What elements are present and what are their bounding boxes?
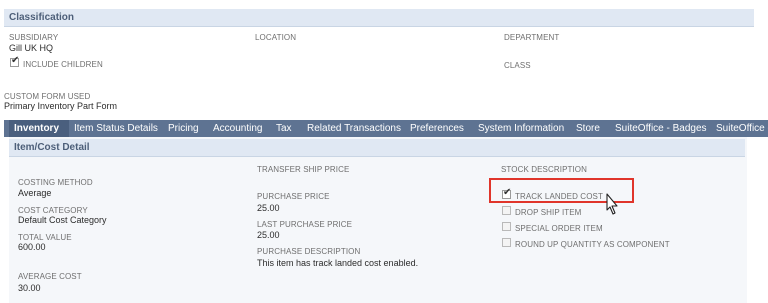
checkmark-icon: ✔: [11, 55, 20, 66]
class-label: CLASS: [504, 61, 531, 70]
special-order-item-checkbox[interactable]: [502, 222, 511, 231]
include-children-label: INCLUDE CHILDREN: [23, 60, 103, 69]
tab-suiteoffice-badges[interactable]: SuiteOffice - Badges: [615, 123, 707, 134]
purchase-price-value: 25.00: [257, 203, 280, 213]
total-value-label: TOTAL VALUE: [18, 233, 72, 242]
tab-store[interactable]: Store: [576, 123, 600, 134]
last-purchase-price-label: LAST PURCHASE PRICE: [257, 220, 353, 229]
cost-category-label: COST CATEGORY: [18, 206, 88, 215]
average-cost-value: 30.00: [18, 283, 41, 293]
costing-method-value: Average: [18, 188, 52, 198]
round-up-quantity-label: ROUND UP QUANTITY AS COMPONENT: [515, 240, 670, 249]
custom-form-label: CUSTOM FORM USED: [4, 92, 91, 101]
drop-ship-item-checkbox[interactable]: [502, 206, 511, 215]
tab-preferences[interactable]: Preferences: [410, 123, 464, 134]
average-cost-label: AVERAGE COST: [18, 272, 82, 281]
last-purchase-price-value: 25.00: [257, 230, 280, 240]
subsidiary-label: SUBSIDIARY: [9, 33, 59, 42]
mouse-cursor-icon: [606, 193, 618, 215]
inventory-subtab-panel: [9, 137, 747, 303]
tab-system-information[interactable]: System Information: [478, 123, 564, 134]
costing-method-label: COSTING METHOD: [18, 178, 93, 187]
stock-description-label: STOCK DESCRIPTION: [501, 165, 588, 174]
round-up-quantity-checkbox[interactable]: [502, 238, 511, 247]
tab-tax[interactable]: Tax: [276, 123, 292, 134]
cost-category-value: Default Cost Category: [18, 215, 107, 225]
department-label: DEPARTMENT: [504, 33, 560, 42]
subsidiary-value: Gill UK HQ: [9, 43, 54, 53]
transfer-ship-price-label: TRANSFER SHIP PRICE: [257, 165, 350, 174]
tab-item-status-details[interactable]: Item Status Details: [74, 123, 158, 134]
purchase-description-label: PURCHASE DESCRIPTION: [257, 247, 361, 256]
subtab-bar: Inventory Item Status Details Pricing Ac…: [4, 120, 768, 137]
location-label: LOCATION: [255, 33, 297, 42]
drop-ship-item-label: DROP SHIP ITEM: [515, 208, 582, 217]
include-children-checkbox[interactable]: ✔: [10, 55, 20, 67]
tab-pricing[interactable]: Pricing: [168, 123, 199, 134]
classification-title: Classification: [9, 12, 75, 23]
item-cost-detail-header[interactable]: Item/Cost Detail: [9, 139, 745, 157]
purchase-description-value: This item has track landed cost enabled.: [257, 258, 419, 268]
purchase-price-label: PURCHASE PRICE: [257, 192, 330, 201]
tab-accounting[interactable]: Accounting: [213, 123, 262, 134]
special-order-item-label: SPECIAL ORDER ITEM: [515, 224, 603, 233]
total-value-value: 600.00: [18, 242, 46, 252]
classification-header[interactable]: Classification: [4, 9, 754, 27]
custom-form-value: Primary Inventory Part Form: [4, 101, 118, 111]
tab-related-transactions[interactable]: Related Transactions: [307, 123, 401, 134]
tab-inventory[interactable]: Inventory: [14, 123, 59, 134]
tab-suiteoffice-more[interactable]: SuiteOffice -: [716, 123, 768, 134]
item-cost-detail-title: Item/Cost Detail: [14, 142, 90, 153]
